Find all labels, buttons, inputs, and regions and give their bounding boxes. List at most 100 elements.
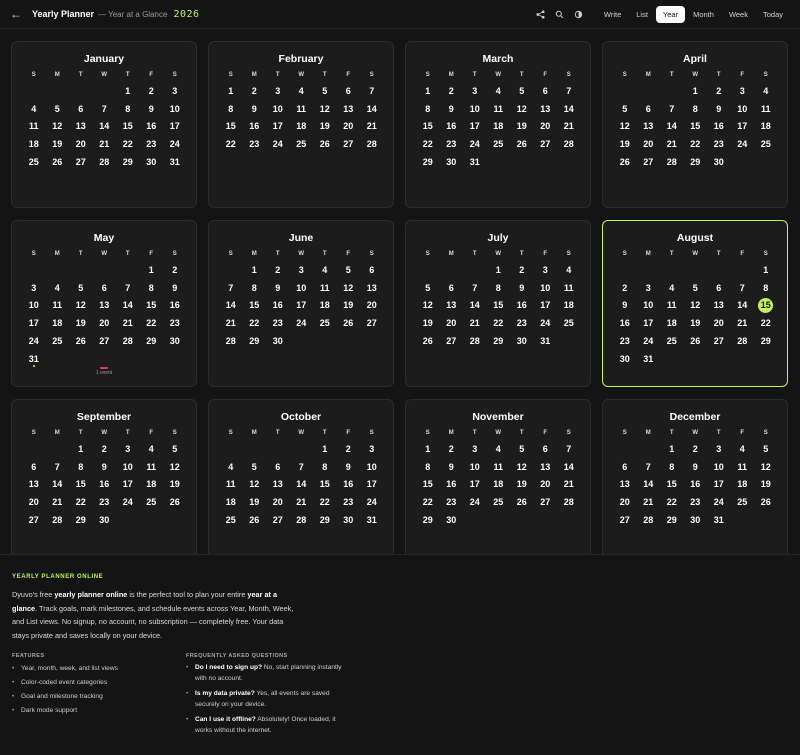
day-cell[interactable]: 15: [416, 118, 440, 136]
month-card-august[interactable]: August S M T W T F S 1 2 3 4 5 6 7 8 9 10 11 12 13 14 15 16 17 18…: [602, 220, 788, 387]
nav-list[interactable]: List: [629, 6, 655, 23]
day-cell[interactable]: 12: [754, 458, 778, 476]
day-cell[interactable]: 20: [534, 118, 558, 136]
day-cell[interactable]: 14: [46, 476, 70, 494]
day-cell[interactable]: 1: [116, 82, 140, 100]
day-cell[interactable]: 13: [93, 297, 117, 315]
day-cell[interactable]: 27: [534, 135, 558, 153]
day-cell[interactable]: 16: [440, 118, 464, 136]
day-cell[interactable]: 2: [707, 82, 731, 100]
day-cell[interactable]: 25: [487, 493, 511, 511]
day-cell[interactable]: 23: [93, 493, 117, 511]
day-cell[interactable]: 13: [637, 118, 661, 136]
month-card-april[interactable]: April S M T W T F S 1 2 3 4 5 6 7 8 9 10 11 12 13 14 15 16 17 18 1…: [602, 41, 788, 208]
day-cell[interactable]: 27: [266, 511, 290, 529]
day-cell[interactable]: 5: [313, 82, 337, 100]
day-cell[interactable]: 11: [731, 458, 755, 476]
month-card-january[interactable]: January S M T W T F S 1 2 3 4 5 6 7 8 9 10 11 12 13 14 15 16 17 1…: [11, 41, 197, 208]
day-cell[interactable]: 15: [69, 476, 93, 494]
day-cell[interactable]: 24: [360, 493, 384, 511]
nav-year[interactable]: Year: [655, 5, 686, 23]
day-cell[interactable]: 15: [313, 476, 337, 494]
day-cell[interactable]: 4: [731, 440, 755, 458]
month-card-june[interactable]: June S M T W T F S 1 2 3 4 5 6 7 8 9 10 11 12 13 14 15 16 17 18 19…: [208, 220, 394, 387]
day-cell[interactable]: 30: [684, 511, 708, 529]
day-cell[interactable]: 16: [243, 118, 267, 136]
day-cell[interactable]: 21: [557, 476, 581, 494]
day-cell[interactable]: 2: [440, 82, 464, 100]
day-cell[interactable]: 24: [534, 314, 558, 332]
day-cell[interactable]: 16: [440, 476, 464, 494]
day-cell[interactable]: 17: [116, 476, 140, 494]
day-cell[interactable]: 1: [416, 440, 440, 458]
day-cell[interactable]: 20: [360, 297, 384, 315]
day-cell[interactable]: 8: [140, 279, 164, 297]
day-cell[interactable]: 11: [219, 476, 243, 494]
day-cell[interactable]: 9: [707, 100, 731, 118]
day-cell[interactable]: 22: [243, 314, 267, 332]
day-cell[interactable]: 29: [487, 332, 511, 350]
day-cell[interactable]: 22: [416, 493, 440, 511]
day-cell[interactable]: 15: [660, 476, 684, 494]
day-cell[interactable]: 7: [637, 458, 661, 476]
day-cell[interactable]: 21: [290, 493, 314, 511]
day-cell[interactable]: 9: [93, 458, 117, 476]
day-cell[interactable]: 1: [754, 261, 778, 279]
day-cell[interactable]: 11: [754, 100, 778, 118]
month-card-july[interactable]: July S M T W T F S 1 2 3 4 5 6 7 8 9 10 11 12 13 14 15 16 17 18 19…: [405, 220, 591, 387]
day-cell[interactable]: 27: [69, 153, 93, 171]
day-cell[interactable]: 19: [613, 135, 637, 153]
day-cell[interactable]: 25: [290, 135, 314, 153]
day-cell[interactable]: 23: [440, 493, 464, 511]
day-cell[interactable]: 18: [487, 476, 511, 494]
day-cell[interactable]: 18: [487, 118, 511, 136]
day-cell[interactable]: 13: [337, 100, 361, 118]
day-cell[interactable]: 14: [219, 297, 243, 315]
day-cell[interactable]: 4: [557, 261, 581, 279]
day-cell[interactable]: 14: [637, 476, 661, 494]
day-cell[interactable]: 26: [69, 332, 93, 350]
day-cell[interactable]: 31: [534, 332, 558, 350]
day-cell[interactable]: 12: [337, 279, 361, 297]
day-cell[interactable]: 1: [684, 82, 708, 100]
day-cell[interactable]: 10: [22, 297, 46, 315]
day-cell[interactable]: 2: [243, 82, 267, 100]
day-cell[interactable]: 7: [660, 100, 684, 118]
day-cell[interactable]: 15: [219, 118, 243, 136]
day-cell[interactable]: 4: [219, 458, 243, 476]
day-cell[interactable]: 29: [243, 332, 267, 350]
day-cell[interactable]: 6: [534, 440, 558, 458]
theme-toggle-icon[interactable]: [570, 5, 588, 23]
day-cell[interactable]: 1: [660, 440, 684, 458]
day-cell[interactable]: 24: [707, 493, 731, 511]
day-cell[interactable]: 21: [46, 493, 70, 511]
day-cell[interactable]: 29: [416, 153, 440, 171]
day-cell[interactable]: 15: [140, 297, 164, 315]
day-cell[interactable]: 26: [613, 153, 637, 171]
day-cell[interactable]: 10: [731, 100, 755, 118]
day-cell[interactable]: 8: [219, 100, 243, 118]
day-cell[interactable]: 3: [463, 440, 487, 458]
day-cell[interactable]: 9: [266, 279, 290, 297]
day-cell[interactable]: 7: [46, 458, 70, 476]
month-card-may[interactable]: May S M T W T F S 1 2 3 4 5 6 7 8 9 10 11 12 13 14 15 16 17 18 19 2…: [11, 220, 197, 387]
back-arrow-icon[interactable]: ←: [10, 7, 24, 21]
day-cell[interactable]: 24: [116, 493, 140, 511]
day-cell[interactable]: 7: [219, 279, 243, 297]
day-cell[interactable]: 26: [684, 332, 708, 350]
day-cell[interactable]: 3: [360, 440, 384, 458]
day-cell[interactable]: 11: [557, 279, 581, 297]
day-cell[interactable]: 12: [613, 118, 637, 136]
day-cell[interactable]: 13: [613, 476, 637, 494]
day-cell[interactable]: 26: [510, 493, 534, 511]
day-cell[interactable]: 1: [487, 261, 511, 279]
day-cell[interactable]: 8: [416, 100, 440, 118]
day-cell[interactable]: 12: [684, 297, 708, 315]
day-cell[interactable]: 30: [266, 332, 290, 350]
day-cell[interactable]: 7: [557, 82, 581, 100]
day-cell[interactable]: 3: [22, 279, 46, 297]
day-cell[interactable]: 23: [707, 135, 731, 153]
day-cell[interactable]: 7: [360, 82, 384, 100]
day-cell[interactable]: 21: [731, 314, 755, 332]
day-cell[interactable]: 1: [313, 440, 337, 458]
